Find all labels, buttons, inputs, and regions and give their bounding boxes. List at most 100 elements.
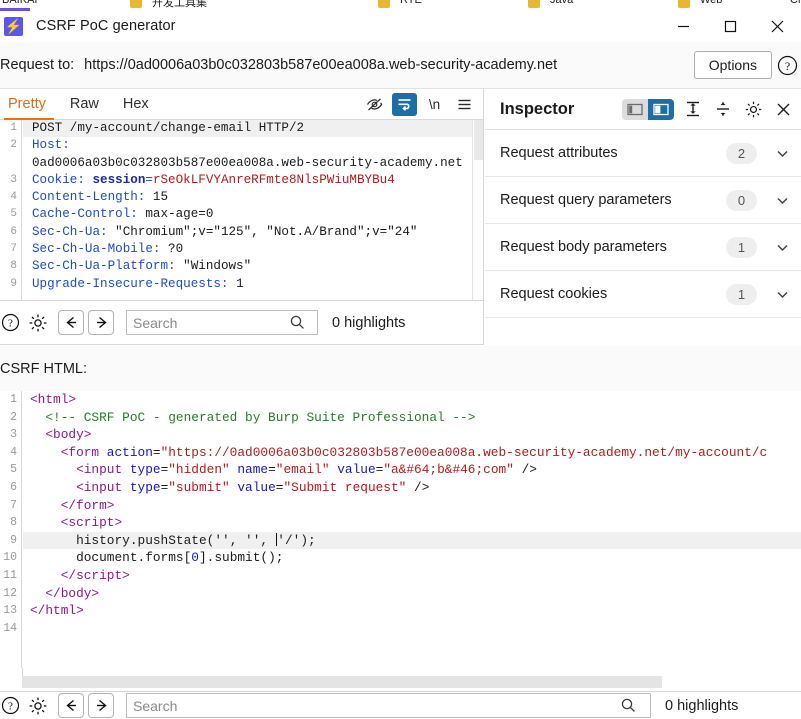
line-number: 8 — [10, 516, 17, 530]
line-number: 5 — [10, 208, 17, 221]
maximize-icon[interactable] — [707, 11, 754, 42]
line-number: 2 — [10, 139, 17, 152]
arrow-left-icon[interactable] — [58, 310, 84, 335]
request-view-icons: \n — [362, 89, 483, 119]
eye-off-icon[interactable] — [362, 93, 387, 116]
search-icon[interactable] — [289, 314, 306, 331]
code-token: <html> — [30, 392, 77, 407]
line-number: 7 — [10, 243, 17, 256]
bookmark-item[interactable]: ChatGPT — [790, 0, 801, 6]
inspector-section-count: 1 — [726, 283, 757, 305]
chevron-down-icon[interactable] — [773, 193, 791, 208]
csrf-html-label: CSRF HTML: — [0, 360, 87, 377]
chevron-down-icon[interactable] — [773, 240, 791, 255]
bookmark-item[interactable]: BAIKAI — [2, 0, 37, 6]
code-token: Host: — [32, 138, 70, 153]
code-line: Host: — [23, 137, 483, 154]
chevron-down-icon[interactable] — [773, 287, 791, 302]
tab-hex[interactable]: Hex — [111, 89, 161, 119]
code-line: </body> — [23, 585, 801, 603]
highlight-count: 0 highlights — [665, 697, 739, 714]
layout-right-icon[interactable] — [648, 98, 674, 120]
tab-raw[interactable]: Raw — [58, 89, 111, 119]
svg-text:?: ? — [8, 701, 13, 713]
gear-icon[interactable] — [742, 98, 764, 120]
code-token: rSeOkLFVYAnreRFmte8NlsPWiuMBYBu4 — [152, 172, 395, 187]
layout-left-icon[interactable] — [622, 98, 648, 120]
gear-icon[interactable] — [26, 311, 50, 335]
line-number: 3 — [10, 173, 17, 186]
bookmark-item[interactable]: RTE — [400, 0, 422, 6]
code-line: Cache-Control: max-age=0 — [23, 206, 483, 223]
svg-text:?: ? — [8, 318, 13, 330]
collapse-all-icon[interactable] — [712, 98, 734, 120]
request-panel: Pretty Raw Hex \n 1 2 3 4 5 6 7 8 9 POST… — [0, 89, 484, 300]
inspector-section-label: Request attributes — [500, 145, 618, 161]
scrollbar-thumb[interactable] — [22, 676, 662, 688]
request-vertical-scrollbar[interactable] — [472, 120, 483, 300]
help-icon[interactable]: ? — [0, 311, 22, 335]
inspector-section-label: Request query parameters — [500, 192, 672, 208]
chevron-down-icon[interactable] — [773, 146, 791, 161]
newline-icon[interactable]: \n — [422, 93, 447, 116]
arrow-right-icon[interactable] — [88, 310, 114, 335]
code-token: 15 — [152, 190, 169, 205]
bookmark-item[interactable]: Java — [550, 0, 573, 6]
minimize-icon[interactable] — [660, 11, 707, 42]
highlight-count: 0 highlights — [332, 314, 406, 331]
code-line: POST /my-account/change-email HTTP/2 — [23, 120, 483, 138]
arrow-left-icon[interactable] — [58, 693, 84, 718]
help-icon[interactable]: ? — [0, 694, 22, 718]
inspector-section-row[interactable]: Request body parameters 1 — [485, 224, 801, 271]
request-to-label: Request to: — [0, 57, 75, 73]
word-wrap-icon[interactable] — [392, 92, 417, 116]
code-line: <script> — [23, 514, 801, 532]
code-token: <input — [30, 462, 130, 478]
code-token: .submit(); — [206, 550, 284, 566]
line-number: 11 — [3, 568, 17, 582]
code-token: "submit" — [168, 479, 230, 495]
code-token: value — [337, 462, 376, 478]
menu-icon[interactable] — [452, 93, 477, 116]
code-token: document.forms — [30, 550, 184, 566]
code-token: Sec-Ch-Ua-Mobile: — [32, 242, 169, 257]
code-line: </script> — [23, 567, 801, 585]
search-icon[interactable] — [620, 697, 637, 714]
tab-pretty[interactable]: Pretty — [0, 89, 58, 120]
help-icon[interactable]: ? — [776, 54, 798, 76]
csrf-html-editor[interactable]: 1 2 3 4 5 6 7 8 9 10 11 12 13 14 <html> <!-- CSRF PoC… — [0, 391, 801, 668]
gear-icon[interactable] — [26, 694, 50, 718]
csrf-horizontal-scrollbar[interactable] — [0, 676, 801, 690]
line-number: 7 — [10, 498, 17, 512]
scrollbar-thumb[interactable] — [474, 120, 483, 160]
code-token: </form> — [30, 497, 115, 513]
inspector-section-row[interactable]: Request attributes 2 — [485, 130, 801, 177]
line-number: 6 — [10, 225, 17, 238]
code-line: Sec-Ch-Ua-Platform: "Windows" — [23, 258, 483, 275]
close-icon[interactable] — [754, 11, 801, 42]
expand-all-icon[interactable] — [682, 98, 704, 120]
search-box[interactable] — [126, 310, 318, 335]
window-titlebar: ⚡ CSRF PoC generator — [0, 11, 801, 42]
line-number: 10 — [3, 551, 17, 565]
search-input[interactable] — [127, 311, 289, 334]
code-line: <input type="hidden" name="email" value=… — [23, 461, 801, 479]
search-box[interactable] — [126, 693, 651, 718]
line-number: 1 — [10, 122, 17, 134]
bookmark-favicon — [528, 0, 540, 8]
code-token: "Submit request" — [283, 479, 407, 495]
close-icon[interactable] — [772, 98, 794, 120]
code-line: </form> — [23, 497, 801, 515]
bookmark-item[interactable]: Web — [700, 0, 722, 6]
arrow-right-icon[interactable] — [88, 693, 114, 718]
code-token: '' — [214, 532, 230, 548]
inspector-section-row[interactable]: Request query parameters 0 — [485, 177, 801, 224]
code-token: <input — [30, 479, 130, 495]
inspector-section-row[interactable]: Request cookies 1 — [485, 271, 801, 318]
code-token: , — [229, 532, 246, 548]
request-code-area[interactable]: 1 2 3 4 5 6 7 8 9 POST /my-account/change-email … — [0, 120, 483, 300]
code-token: </script> — [30, 567, 130, 583]
search-input[interactable] — [127, 694, 620, 717]
options-button[interactable]: Options — [693, 51, 772, 79]
bookmark-item[interactable]: 开发工具集 — [152, 0, 207, 10]
